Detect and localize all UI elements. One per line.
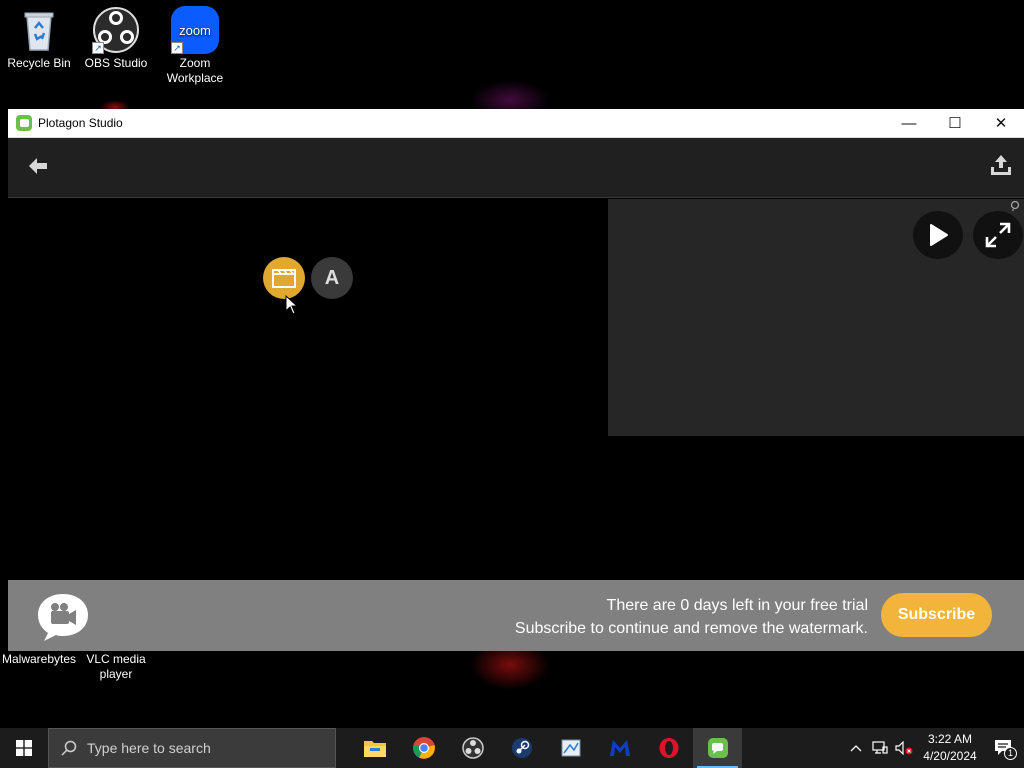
malwarebytes-icon <box>609 740 630 756</box>
trial-days-left-text: There are 0 days left in your free trial <box>606 597 868 614</box>
taskbar-app-steam[interactable] <box>497 728 546 768</box>
play-icon <box>930 224 948 246</box>
shortcut-arrow-icon: ↗ <box>92 42 104 54</box>
clock-date: 4/20/2024 <box>923 749 977 763</box>
desktop-icon-label: Malwarebytes <box>1 652 77 666</box>
taskbar-app-obs-studio[interactable] <box>448 728 497 768</box>
trial-subscribe-text: Subscribe to continue and remove the wat… <box>514 620 868 637</box>
search-placeholder: Type here to search <box>87 740 211 756</box>
back-button[interactable] <box>24 152 52 180</box>
desktop-icon-recycle-bin[interactable]: Recycle Bin <box>0 0 78 71</box>
speaker-muted-icon <box>895 741 913 755</box>
taskbar-app-paint[interactable] <box>546 728 595 768</box>
chrome-icon <box>412 737 435 759</box>
close-button[interactable]: ✕ <box>978 109 1024 138</box>
add-scene-button[interactable] <box>263 257 305 299</box>
shortcut-arrow-icon: ↗ <box>171 42 183 54</box>
fullscreen-button[interactable] <box>973 211 1023 259</box>
video-preview[interactable] <box>608 199 1024 436</box>
opera-icon <box>659 738 678 758</box>
desktop-icon-label: Recycle Bin <box>7 56 71 70</box>
system-tray: 3:22 AM 4/20/2024 1 <box>844 728 1024 768</box>
plotagon-app-icon <box>16 115 32 131</box>
start-button[interactable] <box>0 728 48 768</box>
taskbar-app-plotagon[interactable] <box>693 728 742 768</box>
action-center-button[interactable]: 1 <box>984 728 1024 768</box>
taskbar-search-box[interactable]: Type here to search <box>48 728 336 768</box>
network-icon <box>872 741 888 754</box>
taskbar-app-file-explorer[interactable] <box>350 728 399 768</box>
maximize-button[interactable]: ☐ <box>932 109 978 138</box>
play-button[interactable] <box>913 211 963 259</box>
clock-time: 3:22 AM <box>927 732 973 746</box>
taskbar: Type here to search 3:22 AM 4/20/2024 1 <box>0 728 1024 768</box>
svg-text:zoom: zoom <box>179 23 211 38</box>
zoom-icon: zoom ↗ <box>171 6 219 54</box>
desktop: Recycle Bin ↗ OBS Studio zoom ↗ Zoom Wor… <box>0 0 1024 768</box>
recycle-bin-icon <box>15 6 63 54</box>
windows-logo-icon <box>16 740 32 756</box>
trial-banner: There are 0 days left in your free trial… <box>8 580 1024 651</box>
taskbar-app-chrome[interactable] <box>399 728 448 768</box>
plotagon-icon <box>707 738 728 758</box>
trial-message: There are 0 days left in your free trial… <box>515 594 868 640</box>
clapperboard-icon <box>272 269 296 288</box>
subscribe-button[interactable]: Subscribe <box>881 593 992 637</box>
show-hidden-icons-button[interactable] <box>844 728 868 768</box>
chevron-up-icon <box>850 745 862 752</box>
minimize-button[interactable]: — <box>886 109 932 138</box>
desktop-icon-label: VLC media player <box>86 652 146 681</box>
desktop-icon-label: OBS Studio <box>84 56 148 70</box>
mouse-cursor-icon <box>285 295 299 315</box>
app-toolbar <box>8 138 1024 198</box>
search-icon <box>61 740 77 756</box>
taskbar-clock[interactable]: 3:22 AM 4/20/2024 <box>916 731 984 765</box>
add-text-button[interactable]: A <box>311 257 353 299</box>
fullscreen-icon <box>985 222 1011 248</box>
window-title: Plotagon Studio <box>38 116 123 130</box>
desktop-icon-malwarebytes[interactable]: Malwarebytes <box>0 652 78 667</box>
plotagon-window: Plotagon Studio — ☐ ✕ A There are 0 days… <box>8 109 1024 651</box>
volume-button[interactable] <box>892 728 916 768</box>
desktop-icon-obs-studio[interactable]: ↗ OBS Studio <box>77 0 155 71</box>
obs-studio-icon: ↗ <box>92 6 140 54</box>
notification-count-badge: 1 <box>1004 747 1017 760</box>
arrow-left-icon <box>29 158 47 174</box>
plotagon-logo-icon <box>38 594 88 641</box>
network-button[interactable] <box>868 728 892 768</box>
paint-icon <box>561 739 580 757</box>
window-titlebar[interactable]: Plotagon Studio — ☐ ✕ <box>8 109 1024 138</box>
export-button[interactable] <box>986 150 1016 180</box>
desktop-icon-label: Zoom Workplace <box>166 56 224 85</box>
taskbar-app-opera[interactable] <box>644 728 693 768</box>
desktop-icon-zoom[interactable]: zoom ↗ Zoom Workplace <box>156 0 234 86</box>
watermark-icon <box>1010 201 1020 211</box>
editor-canvas[interactable]: A <box>8 198 1024 580</box>
taskbar-app-malwarebytes[interactable] <box>595 728 644 768</box>
obs-studio-icon <box>461 737 484 759</box>
export-icon <box>991 155 1011 175</box>
desktop-icon-vlc[interactable]: VLC media player <box>77 652 155 682</box>
steam-icon <box>511 738 532 758</box>
folder-icon <box>363 741 386 757</box>
